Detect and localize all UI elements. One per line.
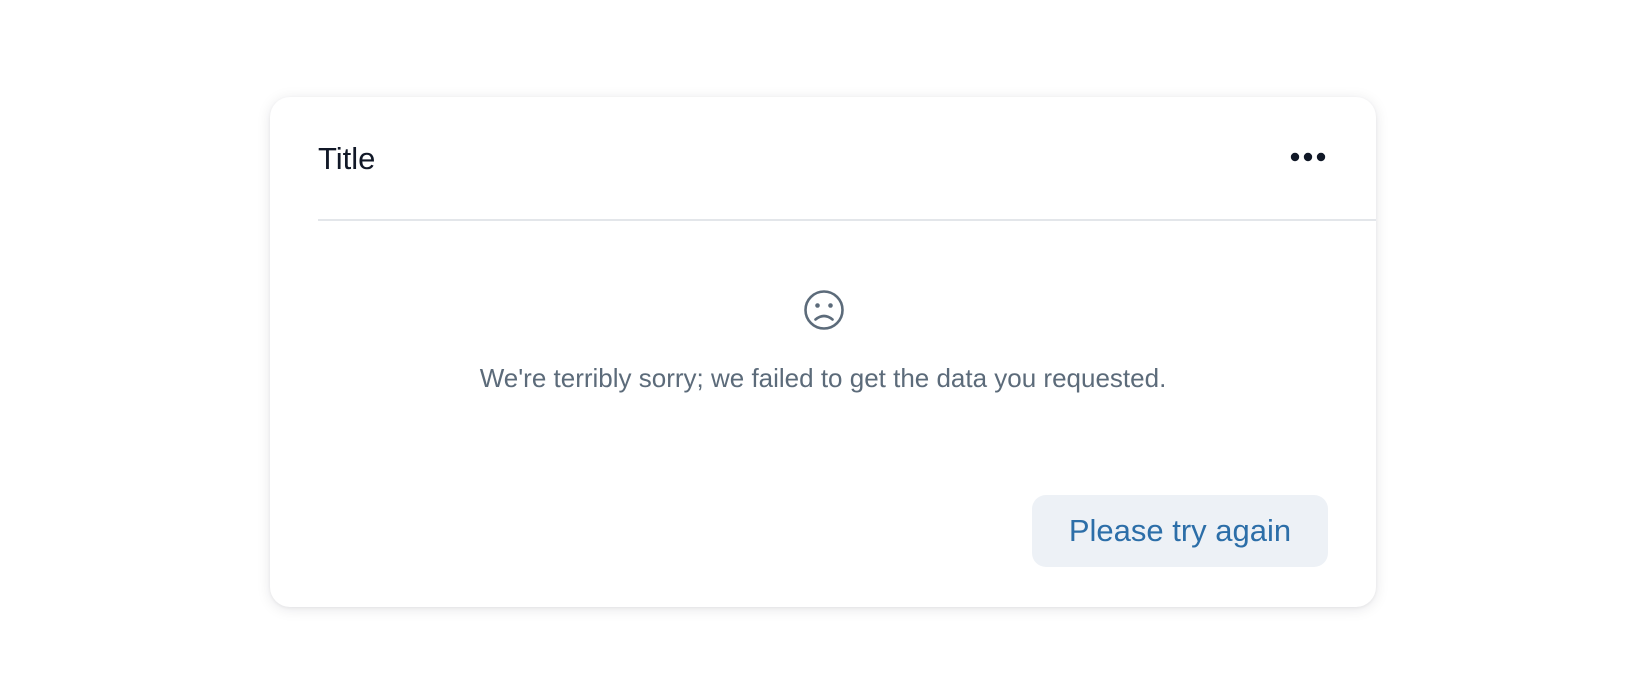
sad-face-icon <box>804 290 844 330</box>
card-body: We're terribly sorry; we failed to get t… <box>270 221 1376 401</box>
error-message: We're terribly sorry; we failed to get t… <box>479 363 1167 393</box>
more-options-button[interactable] <box>1284 137 1332 177</box>
error-card: Title We're terribly sorry; we failed to… <box>270 97 1376 607</box>
retry-button[interactable]: Please try again <box>1032 495 1328 567</box>
card-header: Title <box>318 97 1376 221</box>
more-horizontal-icon <box>1290 152 1326 162</box>
card-title: Title <box>318 141 376 176</box>
